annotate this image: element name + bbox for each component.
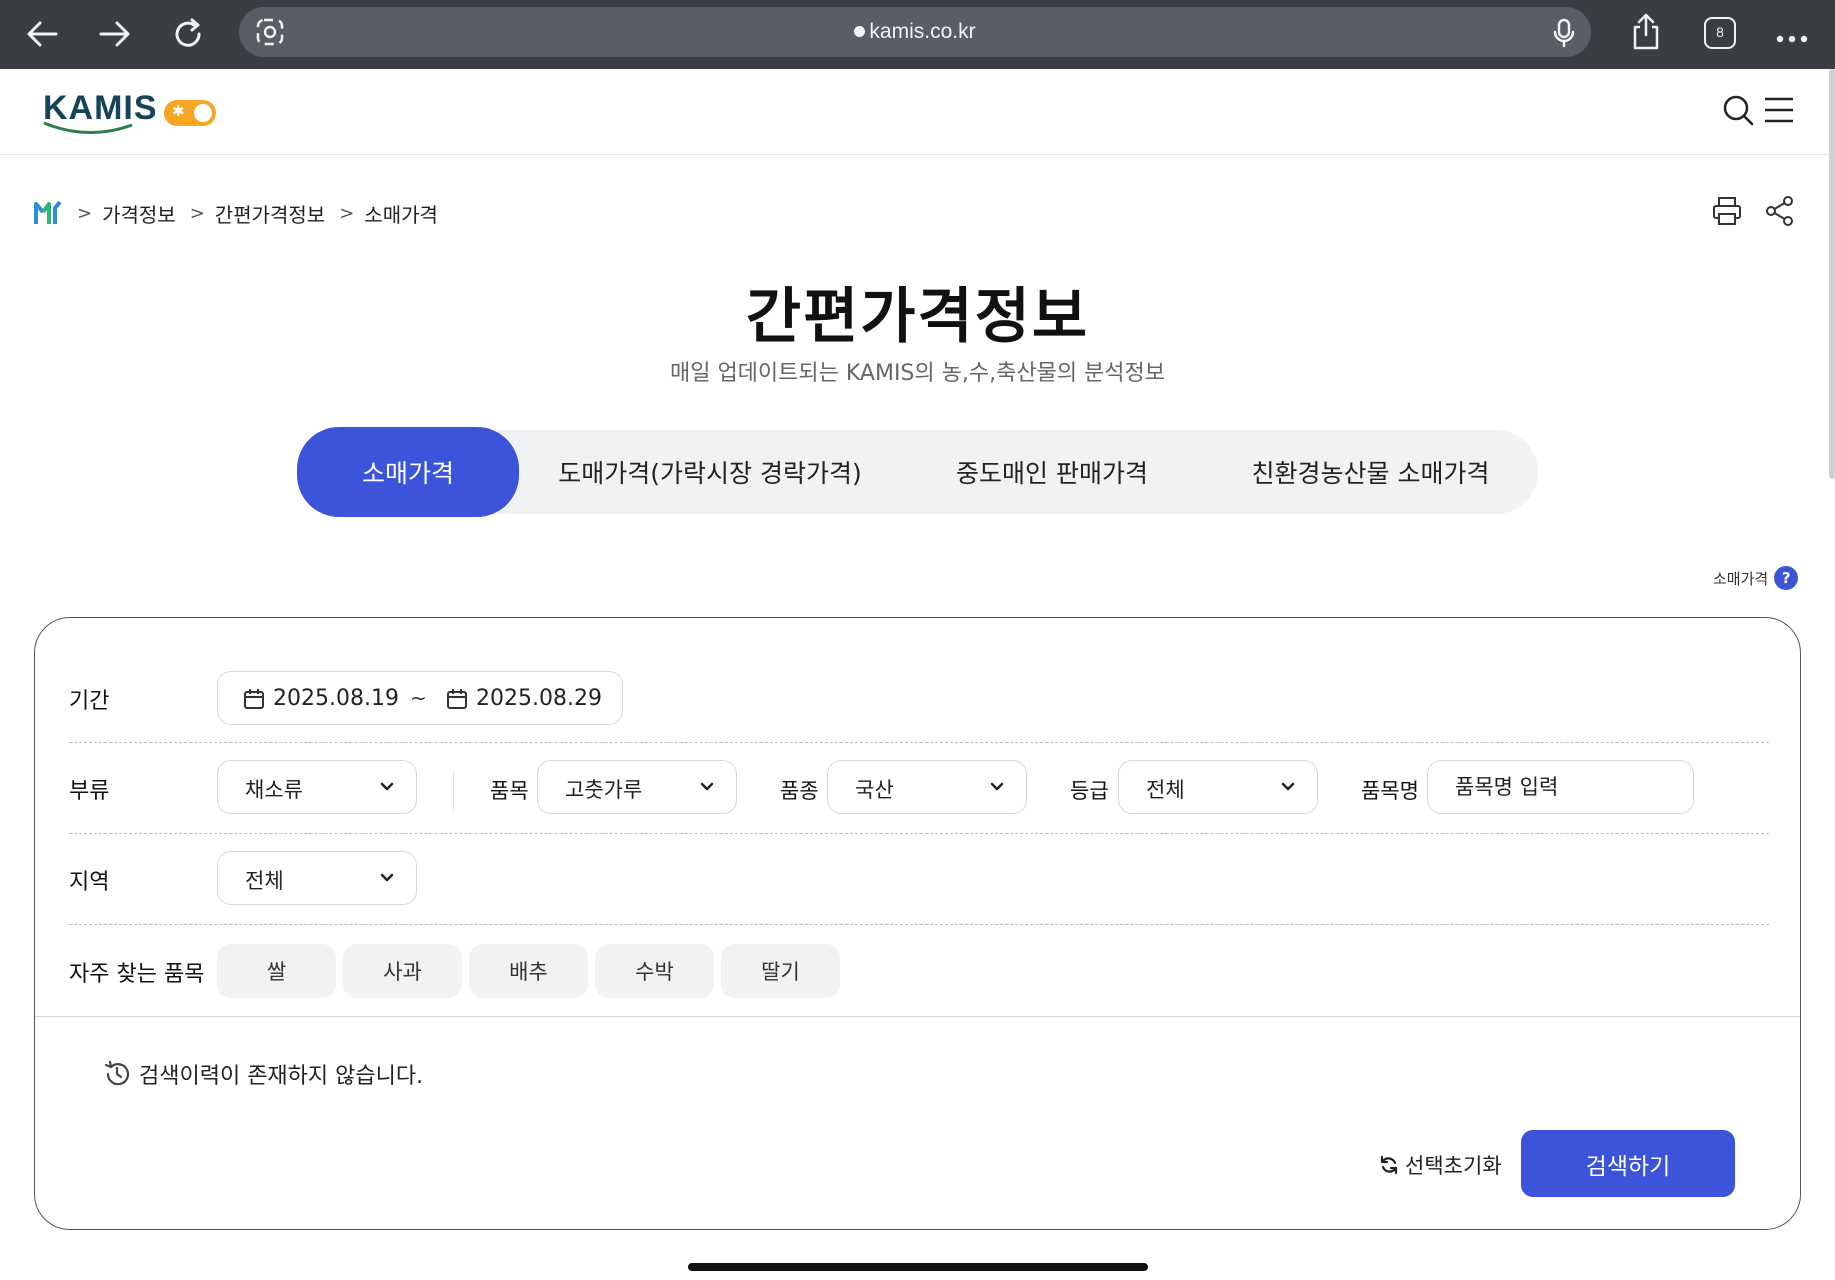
- frequent-item-chip[interactable]: 딸기: [721, 944, 840, 998]
- browser-toolbar: kamis.co.kr 8: [0, 0, 1835, 69]
- end-date-value: 2025.08.29: [476, 686, 602, 711]
- tab-broker-price[interactable]: 중도매인 판매가격: [901, 430, 1203, 514]
- calendar-icon: [447, 688, 467, 709]
- item-select-value: 고춧가루: [565, 778, 643, 802]
- history-icon: [104, 1060, 130, 1086]
- variety-select[interactable]: 국산: [827, 760, 1027, 814]
- help-label-text: 소매가격: [1713, 569, 1769, 588]
- category-select-value: 채소류: [245, 778, 303, 802]
- start-date-value: 2025.08.19: [273, 686, 399, 711]
- row-divider: [69, 833, 1769, 834]
- help-label: 소매가격 ?: [1713, 566, 1799, 590]
- share-sheet-icon[interactable]: [1630, 13, 1662, 55]
- back-icon[interactable]: [22, 14, 62, 54]
- tab-retail-price[interactable]: 소매가격: [297, 427, 519, 517]
- search-history: 검색이력이 존재하지 않습니다.: [103, 1058, 423, 1090]
- region-label: 지역: [69, 870, 110, 895]
- chevron-down-icon: [700, 782, 714, 791]
- page-subtitle: 매일 업데이트되는 KAMIS의 농,수,축산물의 분석정보: [669, 361, 1166, 386]
- print-icon[interactable]: [1711, 195, 1743, 227]
- vertical-divider: [453, 771, 454, 811]
- theme-toggle[interactable]: ✱: [164, 100, 216, 126]
- region-select[interactable]: 전체: [217, 851, 417, 905]
- logo-swoosh-icon: [43, 121, 133, 134]
- help-question-icon[interactable]: ?: [1774, 566, 1799, 590]
- date-range-picker: 2025.08.19 ~ 2025.08.29: [217, 671, 623, 725]
- category-label: 부류: [69, 779, 110, 804]
- toggle-knob: [194, 104, 212, 122]
- grade-select[interactable]: 전체: [1118, 760, 1318, 814]
- more-options-icon[interactable]: [1776, 28, 1808, 47]
- home-icon[interactable]: [33, 198, 63, 228]
- frequent-item-chip[interactable]: 사과: [343, 944, 462, 998]
- variety-select-value: 국산: [855, 778, 894, 802]
- date-range-tilde: ~: [410, 686, 427, 710]
- sun-icon: ✱: [172, 102, 185, 120]
- start-date-field[interactable]: 2025.08.19: [243, 686, 399, 711]
- tab-eco-retail-price[interactable]: 친환경농산물 소매가격: [1203, 430, 1538, 514]
- chevron-down-icon: [990, 782, 1004, 791]
- breadcrumb-item-retail-price[interactable]: 소매가격: [364, 199, 438, 228]
- reload-icon[interactable]: [168, 14, 208, 54]
- url-text: kamis.co.kr: [239, 20, 1591, 44]
- frequent-items-label: 자주 찾는 품목: [69, 962, 205, 987]
- search-panel: 기간 2025.08.19 ~ 2025.08.29 부류 채소류 품목 고춧가…: [34, 617, 1801, 1230]
- row-divider: [69, 742, 1769, 743]
- breadcrumb: > 가격정보 > 간편가격정보 > 소매가격: [33, 198, 438, 228]
- address-bar[interactable]: kamis.co.kr: [239, 7, 1591, 57]
- home-indicator[interactable]: [688, 1263, 1148, 1271]
- chevron-down-icon: [380, 873, 394, 882]
- period-label: 기간: [69, 689, 110, 714]
- reset-selection-button[interactable]: 선택초기화: [1379, 1150, 1502, 1180]
- refresh-icon: [1380, 1155, 1398, 1175]
- panel-divider: [35, 1016, 1800, 1017]
- tab-wholesale-price[interactable]: 도매가격(가락시장 경락가격): [519, 430, 901, 514]
- grade-label: 등급: [1070, 779, 1109, 803]
- end-date-field[interactable]: 2025.08.29: [446, 686, 602, 711]
- row-divider: [69, 924, 1769, 925]
- reset-selection-label: 선택초기화: [1405, 1154, 1502, 1178]
- item-label: 품목: [490, 779, 529, 803]
- forward-icon[interactable]: [95, 14, 135, 54]
- breadcrumb-item-price-info[interactable]: 가격정보: [102, 199, 176, 228]
- share-icon[interactable]: [1764, 195, 1796, 227]
- hamburger-menu-icon[interactable]: [1764, 96, 1794, 124]
- search-submit-button[interactable]: 검색하기: [1521, 1130, 1735, 1197]
- frequent-item-chip[interactable]: 배추: [469, 944, 588, 998]
- calendar-icon: [244, 688, 264, 709]
- price-type-tabs: 소매가격 도매가격(가락시장 경락가격) 중도매인 판매가격 친환경농산물 소매…: [297, 427, 1538, 517]
- category-select[interactable]: 채소류: [217, 760, 417, 814]
- item-name-label: 품목명: [1361, 779, 1419, 803]
- microphone-icon[interactable]: [1553, 18, 1575, 52]
- tab-switcher-button[interactable]: 8: [1704, 17, 1736, 49]
- breadcrumb-separator: >: [189, 202, 205, 224]
- chevron-down-icon: [1281, 782, 1295, 791]
- frequent-item-chip[interactable]: 수박: [595, 944, 714, 998]
- variety-label: 품종: [780, 779, 819, 803]
- item-name-input[interactable]: [1427, 760, 1694, 814]
- search-history-empty-text: 검색이력이 존재하지 않습니다.: [139, 1064, 424, 1089]
- breadcrumb-separator: >: [77, 202, 93, 224]
- search-icon[interactable]: [1721, 93, 1755, 127]
- item-select[interactable]: 고춧가루: [537, 760, 737, 814]
- breadcrumb-separator: >: [339, 202, 355, 224]
- grade-select-value: 전체: [1146, 778, 1185, 802]
- chevron-down-icon: [380, 782, 394, 791]
- region-select-value: 전체: [245, 869, 284, 893]
- page-title: 간편가격정보: [745, 282, 1090, 352]
- site-header: [0, 69, 1835, 155]
- frequent-item-chip[interactable]: 쌀: [217, 944, 336, 998]
- breadcrumb-item-simple-price[interactable]: 간편가격정보: [215, 199, 325, 228]
